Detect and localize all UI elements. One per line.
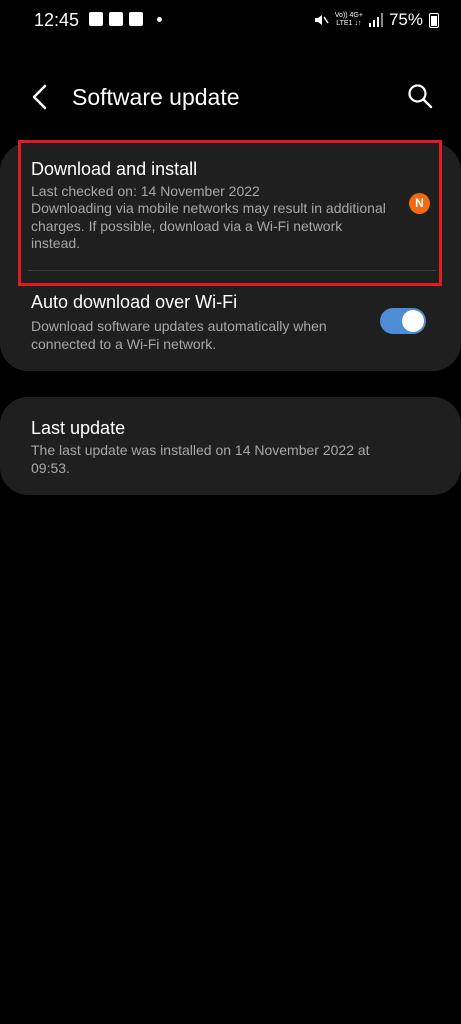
- mail-notification-icon: [129, 12, 143, 26]
- toggle-knob: [402, 310, 424, 332]
- network-type-icon: Vo)) 4G+ LTE1 ↓↑: [334, 12, 363, 27]
- app-header: Software update: [0, 62, 461, 132]
- auto-download-item[interactable]: Auto download over Wi-Fi Download softwa…: [0, 272, 461, 364]
- auto-download-title: Auto download over Wi-Fi: [31, 292, 238, 312]
- back-arrow-icon[interactable]: [28, 82, 52, 112]
- download-and-install-item[interactable]: Download and install Last checked on: 14…: [0, 143, 461, 271]
- more-notifications-icon: [157, 16, 162, 22]
- battery-percent: 75%: [388, 10, 423, 29]
- download-title: Download and install: [31, 159, 198, 179]
- last-update-description: The last update was installed on 14 Nove…: [31, 442, 370, 476]
- search-icon[interactable]: [407, 83, 433, 109]
- auto-download-toggle[interactable]: [380, 308, 426, 334]
- signal-icon: [368, 13, 383, 27]
- checkbox-notification-icon: [89, 12, 103, 26]
- new-badge: N: [409, 193, 430, 214]
- app-notification-icon: [109, 12, 123, 26]
- page-title: Software update: [72, 84, 240, 110]
- status-time: 12:45: [34, 10, 80, 30]
- mute-icon: [314, 15, 329, 25]
- download-description: Downloading via mobile networks may resu…: [31, 200, 386, 251]
- status-right-icons: Vo)) 4G+ LTE1 ↓↑ 75%: [313, 10, 439, 30]
- status-bar: 12:45 Vo)) 4G+ LTE1 ↓↑ 75%: [0, 0, 461, 44]
- notification-icons: [89, 12, 162, 26]
- battery-icon: [429, 12, 439, 28]
- auto-download-description: Download software updates automatically …: [31, 318, 327, 352]
- last-checked-text: Last checked on: 14 November 2022: [31, 183, 260, 199]
- last-update-item[interactable]: Last update The last update was installe…: [0, 397, 461, 495]
- last-update-title: Last update: [31, 418, 126, 438]
- divider: [28, 270, 436, 271]
